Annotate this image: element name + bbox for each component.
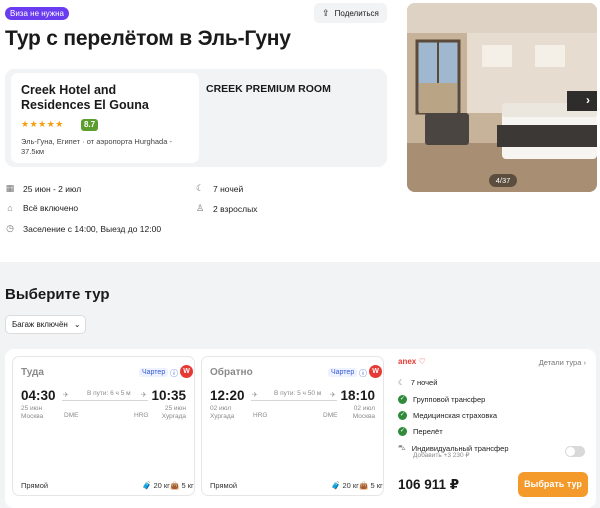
operator-logo: anex ♡ xyxy=(398,357,426,366)
nights-row: ☾ 7 ночей xyxy=(195,183,243,194)
offer-nights-text: 7 ночей xyxy=(410,378,438,387)
takeoff-icon: ✈ xyxy=(252,392,258,399)
moon-icon: ☾ xyxy=(195,183,205,193)
departure-airport: DME xyxy=(64,412,79,419)
feature-text: Медицинская страховка xyxy=(413,411,498,420)
stops-text: Прямой xyxy=(21,481,49,490)
outbound-flight[interactable]: Туда Чартер ⓘ W 04:30 10:35 ✈ В пути: 6 … xyxy=(12,356,195,496)
moon-icon: ☾ xyxy=(398,378,405,387)
departure-date: 25 июн xyxy=(21,405,43,412)
room-photo xyxy=(407,3,597,192)
share-icon: ⇪ xyxy=(322,7,330,18)
select-tour-button[interactable]: Выбрать тур xyxy=(518,472,588,497)
info-icon[interactable]: ⓘ xyxy=(170,368,178,379)
offer-nights: ☾ 7 ночей xyxy=(398,378,437,387)
hand-baggage: 👜 5 кг xyxy=(359,481,383,490)
leg-label: Обратно xyxy=(210,367,253,378)
feature-item: ✓ Групповой трансфер xyxy=(398,395,485,404)
arrival-time: 18:10 xyxy=(340,388,375,403)
landing-icon: ✈ xyxy=(141,392,147,399)
dates-row: ▦ 25 июн - 2 июл xyxy=(5,183,81,194)
nights-text: 7 ночей xyxy=(213,183,244,194)
calendar-icon: ▦ xyxy=(5,183,15,193)
leg-label: Туда xyxy=(21,367,44,378)
hand-baggage: 👜 5 кг xyxy=(170,481,194,490)
arrival-date: 25 июн xyxy=(164,405,186,412)
checked-baggage: 🧳 20 кг xyxy=(142,481,170,490)
check-icon: ✓ xyxy=(398,411,407,420)
checkin-row: ◷ Заселение с 14:00, Выезд до 12:00 xyxy=(5,223,161,234)
departure-time: 12:20 xyxy=(210,388,245,403)
tour-price: 106 911 ₽ xyxy=(398,477,460,492)
arrival-airport: HRG xyxy=(134,412,149,419)
transfer-price: Добавить +3 230 ₽ xyxy=(413,452,470,459)
return-flight[interactable]: Обратно Чартер ⓘ W 12:20 18:10 ✈ В пути:… xyxy=(201,356,384,496)
checked-baggage: 🧳 20 кг xyxy=(331,481,359,490)
page-title: Тур с перелётом в Эль-Гуну xyxy=(5,27,291,50)
route-line xyxy=(62,400,148,401)
flight-duration: В пути: 5 ч 50 м xyxy=(274,390,322,397)
meal-icon: ⌂ xyxy=(7,203,13,213)
tour-card: Туда Чартер ⓘ W 04:30 10:35 ✈ В пути: 6 … xyxy=(5,349,596,508)
hotel-card[interactable]: Creek Hotel and Residences El Gouna ★★★★… xyxy=(11,73,199,163)
next-photo-icon[interactable]: › xyxy=(586,93,590,107)
share-button[interactable]: ⇪ Поделиться xyxy=(314,3,387,23)
star-rating: ★★★★★ xyxy=(21,119,64,129)
airline-logo-icon: W xyxy=(369,365,382,378)
feature-text: Групповой трансфер xyxy=(413,395,486,404)
chevron-down-icon: ⌄ xyxy=(73,320,81,329)
car-icon: ⛍ xyxy=(398,443,406,452)
guests-row: ♙ 2 взрослых xyxy=(195,203,257,214)
departure-city: Москва xyxy=(21,413,44,420)
baggage-filter-dropdown[interactable]: Багаж включён ⌄ xyxy=(5,315,86,334)
check-icon: ✓ xyxy=(398,395,407,404)
feature-text: Перелёт xyxy=(413,427,443,436)
transfer-toggle[interactable] xyxy=(565,446,585,457)
share-label: Поделиться xyxy=(334,8,379,18)
hotel-photo-gallery[interactable]: › 4/37 xyxy=(407,3,597,192)
departure-airport: HRG xyxy=(253,412,268,419)
dates-text: 25 июн - 2 июл xyxy=(23,183,82,194)
arrival-airport: DME xyxy=(323,412,338,419)
clock-icon: ◷ xyxy=(6,223,14,233)
meals-row: ⌂ Всё включено xyxy=(5,203,78,213)
checkin-text: Заселение с 14:00, Выезд до 12:00 xyxy=(23,223,162,234)
person-icon: ♙ xyxy=(195,203,205,213)
takeoff-icon: ✈ xyxy=(63,392,69,399)
guests-text: 2 взрослых xyxy=(213,203,258,214)
flight-duration: В пути: 6 ч 5 м xyxy=(87,390,131,397)
arrival-city: Москва xyxy=(352,413,375,420)
landing-icon: ✈ xyxy=(330,392,336,399)
hotel-location: Эль-Гуна, Египет · от аэропорта Hurghada… xyxy=(21,137,172,156)
photo-counter: 4/37 xyxy=(489,174,517,187)
stops-text: Прямой xyxy=(210,481,238,490)
tour-details-link[interactable]: Детали тура › xyxy=(539,358,586,367)
arrival-time: 10:35 xyxy=(151,388,186,403)
departure-time: 04:30 xyxy=(21,388,56,403)
arrival-date: 02 июл xyxy=(353,405,375,412)
info-icon[interactable]: ⓘ xyxy=(359,368,367,379)
offer-panel: anex ♡ Детали тура › ☾ 7 ночей ✓ Группов… xyxy=(395,349,596,508)
baggage-filter-label: Багаж включён xyxy=(12,320,68,329)
feature-item: ✓ Медицинская страховка xyxy=(398,411,497,420)
charter-badge: Чартер xyxy=(328,368,358,377)
rating-badge: 8.7 xyxy=(81,119,98,131)
meals-text: Всё включено xyxy=(23,203,79,213)
section-title: Выберите тур xyxy=(5,286,110,303)
arrival-city: Хургада xyxy=(161,413,186,420)
hotel-name[interactable]: Creek Hotel and Residences El Gouna xyxy=(21,83,181,113)
check-icon: ✓ xyxy=(398,427,407,436)
departure-date: 02 июл xyxy=(210,405,232,412)
airline-logo-icon: W xyxy=(180,365,193,378)
charter-badge: Чартер xyxy=(139,368,169,377)
departure-city: Хургада xyxy=(210,413,235,420)
feature-item: ✓ Перелёт xyxy=(398,427,443,436)
visa-badge: Виза не нужна xyxy=(5,7,69,20)
hotel-summary: Creek Hotel and Residences El Gouna ★★★★… xyxy=(5,69,387,167)
room-name: CREEK PREMIUM ROOM xyxy=(206,83,331,95)
route-line xyxy=(251,400,337,401)
tour-selection-section: Выберите тур Багаж включён ⌄ Туда Чартер… xyxy=(0,262,600,508)
